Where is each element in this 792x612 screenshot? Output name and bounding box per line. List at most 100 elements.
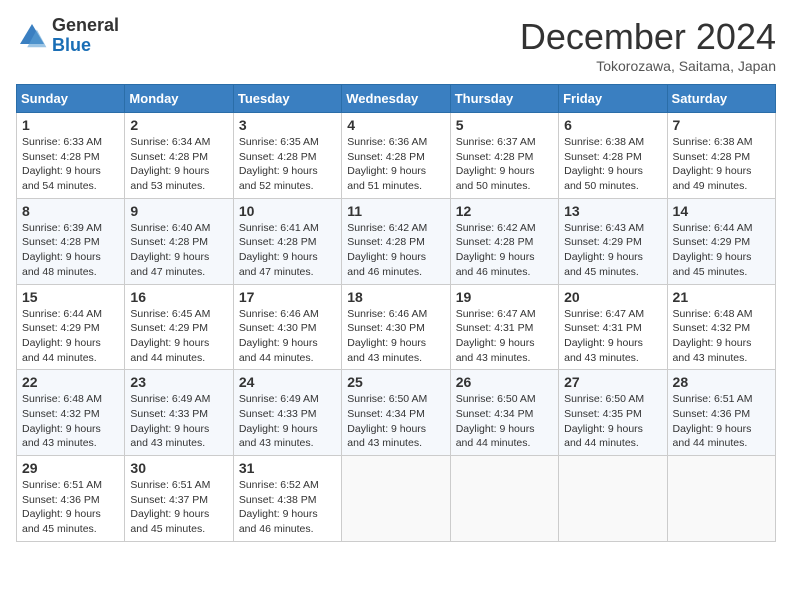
day-number: 23 xyxy=(130,374,227,390)
day-info: Sunrise: 6:49 AMSunset: 4:33 PMDaylight:… xyxy=(239,392,336,451)
calendar-cell: 10Sunrise: 6:41 AMSunset: 4:28 PMDayligh… xyxy=(233,198,341,284)
logo-icon xyxy=(16,20,48,52)
calendar-cell: 8 Sunrise: 6:39 AMSunset: 4:28 PMDaylight… xyxy=(17,198,125,284)
day-info: Sunrise: 6:44 AMSunset: 4:29 PMDaylight:… xyxy=(673,221,770,280)
calendar-cell: 30 Sunrise: 6:51 AMSunset: 4:37 PMDayligh… xyxy=(125,456,233,542)
day-info: Sunrise: 6:33 AMSunset: 4:28 PMDaylight:… xyxy=(22,135,119,194)
day-info: Sunrise: 6:47 AMSunset: 4:31 PMDaylight:… xyxy=(456,307,553,366)
day-number: 29 xyxy=(22,460,119,476)
calendar-cell: 27 Sunrise: 6:50 AMSunset: 4:35 PMDayligh… xyxy=(559,370,667,456)
day-info: Sunrise: 6:45 AMSunset: 4:29 PMDaylight:… xyxy=(130,307,227,366)
calendar-week-row: 8 Sunrise: 6:39 AMSunset: 4:28 PMDaylight… xyxy=(17,198,776,284)
calendar-cell xyxy=(342,456,450,542)
calendar-cell: 17 Sunrise: 6:46 AMSunset: 4:30 PMDayligh… xyxy=(233,284,341,370)
day-info: Sunrise: 6:51 AMSunset: 4:36 PMDaylight:… xyxy=(673,392,770,451)
calendar-cell: 20 Sunrise: 6:47 AMSunset: 4:31 PMDayligh… xyxy=(559,284,667,370)
day-number: 2 xyxy=(130,117,227,133)
day-info: Sunrise: 6:38 AMSunset: 4:28 PMDaylight:… xyxy=(564,135,661,194)
day-info: Sunrise: 6:50 AMSunset: 4:34 PMDaylight:… xyxy=(347,392,444,451)
logo-general-text: General xyxy=(52,16,119,36)
calendar-cell: 9 Sunrise: 6:40 AMSunset: 4:28 PMDaylight… xyxy=(125,198,233,284)
day-number: 20 xyxy=(564,289,661,305)
col-header-tuesday: Tuesday xyxy=(233,85,341,113)
day-number: 1 xyxy=(22,117,119,133)
day-number: 24 xyxy=(239,374,336,390)
calendar-week-row: 29Sunrise: 6:51 AMSunset: 4:36 PMDayligh… xyxy=(17,456,776,542)
calendar-cell: 4Sunrise: 6:36 AMSunset: 4:28 PMDaylight… xyxy=(342,113,450,199)
location: Tokorozawa, Saitama, Japan xyxy=(520,58,776,74)
day-number: 13 xyxy=(564,203,661,219)
logo-text: General Blue xyxy=(52,16,119,56)
calendar-cell: 16 Sunrise: 6:45 AMSunset: 4:29 PMDayligh… xyxy=(125,284,233,370)
day-number: 4 xyxy=(347,117,444,133)
day-info: Sunrise: 6:50 AMSunset: 4:34 PMDaylight:… xyxy=(456,392,553,451)
calendar-week-row: 22Sunrise: 6:48 AMSunset: 4:32 PMDayligh… xyxy=(17,370,776,456)
day-number: 21 xyxy=(673,289,770,305)
calendar-cell xyxy=(450,456,558,542)
col-header-friday: Friday xyxy=(559,85,667,113)
calendar-cell: 18 Sunrise: 6:46 AMSunset: 4:30 PMDayligh… xyxy=(342,284,450,370)
day-number: 27 xyxy=(564,374,661,390)
day-info: Sunrise: 6:47 AMSunset: 4:31 PMDaylight:… xyxy=(564,307,661,366)
day-number: 8 xyxy=(22,203,119,219)
day-number: 28 xyxy=(673,374,770,390)
calendar-cell: 15Sunrise: 6:44 AMSunset: 4:29 PMDayligh… xyxy=(17,284,125,370)
day-number: 11 xyxy=(347,203,444,219)
day-number: 30 xyxy=(130,460,227,476)
day-number: 26 xyxy=(456,374,553,390)
calendar-cell: 6Sunrise: 6:38 AMSunset: 4:28 PMDaylight… xyxy=(559,113,667,199)
day-info: Sunrise: 6:44 AMSunset: 4:29 PMDaylight:… xyxy=(22,307,119,366)
calendar-cell: 14 Sunrise: 6:44 AMSunset: 4:29 PMDayligh… xyxy=(667,198,775,284)
day-info: Sunrise: 6:46 AMSunset: 4:30 PMDaylight:… xyxy=(239,307,336,366)
col-header-thursday: Thursday xyxy=(450,85,558,113)
day-info: Sunrise: 6:43 AMSunset: 4:29 PMDaylight:… xyxy=(564,221,661,280)
col-header-saturday: Saturday xyxy=(667,85,775,113)
day-info: Sunrise: 6:42 AMSunset: 4:28 PMDaylight:… xyxy=(456,221,553,280)
page-header: General Blue December 2024 Tokorozawa, S… xyxy=(16,16,776,74)
calendar-cell: 31Sunrise: 6:52 AMSunset: 4:38 PMDayligh… xyxy=(233,456,341,542)
calendar-cell: 22Sunrise: 6:48 AMSunset: 4:32 PMDayligh… xyxy=(17,370,125,456)
calendar-cell: 2 Sunrise: 6:34 AMSunset: 4:28 PMDaylight… xyxy=(125,113,233,199)
day-info: Sunrise: 6:38 AMSunset: 4:28 PMDaylight:… xyxy=(673,135,770,194)
day-info: Sunrise: 6:39 AMSunset: 4:28 PMDaylight:… xyxy=(22,221,119,280)
day-info: Sunrise: 6:34 AMSunset: 4:28 PMDaylight:… xyxy=(130,135,227,194)
calendar-cell xyxy=(667,456,775,542)
day-info: Sunrise: 6:50 AMSunset: 4:35 PMDaylight:… xyxy=(564,392,661,451)
day-number: 5 xyxy=(456,117,553,133)
calendar-header-row: SundayMondayTuesdayWednesdayThursdayFrid… xyxy=(17,85,776,113)
day-number: 9 xyxy=(130,203,227,219)
day-info: Sunrise: 6:48 AMSunset: 4:32 PMDaylight:… xyxy=(673,307,770,366)
calendar-cell xyxy=(559,456,667,542)
day-number: 7 xyxy=(673,117,770,133)
col-header-wednesday: Wednesday xyxy=(342,85,450,113)
calendar-cell: 28 Sunrise: 6:51 AMSunset: 4:36 PMDayligh… xyxy=(667,370,775,456)
day-info: Sunrise: 6:52 AMSunset: 4:38 PMDaylight:… xyxy=(239,478,336,537)
day-info: Sunrise: 6:51 AMSunset: 4:37 PMDaylight:… xyxy=(130,478,227,537)
day-number: 14 xyxy=(673,203,770,219)
day-number: 3 xyxy=(239,117,336,133)
day-info: Sunrise: 6:37 AMSunset: 4:28 PMDaylight:… xyxy=(456,135,553,194)
month-title: December 2024 xyxy=(520,16,776,58)
day-info: Sunrise: 6:40 AMSunset: 4:28 PMDaylight:… xyxy=(130,221,227,280)
calendar-cell: 19 Sunrise: 6:47 AMSunset: 4:31 PMDayligh… xyxy=(450,284,558,370)
day-number: 17 xyxy=(239,289,336,305)
col-header-monday: Monday xyxy=(125,85,233,113)
logo-blue-text: Blue xyxy=(52,36,119,56)
logo: General Blue xyxy=(16,16,119,56)
calendar-cell: 7 Sunrise: 6:38 AMSunset: 4:28 PMDaylight… xyxy=(667,113,775,199)
calendar-cell: 13 Sunrise: 6:43 AMSunset: 4:29 PMDayligh… xyxy=(559,198,667,284)
day-info: Sunrise: 6:46 AMSunset: 4:30 PMDaylight:… xyxy=(347,307,444,366)
calendar-cell: 3Sunrise: 6:35 AMSunset: 4:28 PMDaylight… xyxy=(233,113,341,199)
calendar-cell: 26 Sunrise: 6:50 AMSunset: 4:34 PMDayligh… xyxy=(450,370,558,456)
day-number: 18 xyxy=(347,289,444,305)
calendar-cell: 11 Sunrise: 6:42 AMSunset: 4:28 PMDayligh… xyxy=(342,198,450,284)
day-number: 16 xyxy=(130,289,227,305)
day-number: 10 xyxy=(239,203,336,219)
day-info: Sunrise: 6:48 AMSunset: 4:32 PMDaylight:… xyxy=(22,392,119,451)
day-number: 19 xyxy=(456,289,553,305)
calendar-cell: 25Sunrise: 6:50 AMSunset: 4:34 PMDayligh… xyxy=(342,370,450,456)
day-info: Sunrise: 6:42 AMSunset: 4:28 PMDaylight:… xyxy=(347,221,444,280)
day-info: Sunrise: 6:49 AMSunset: 4:33 PMDaylight:… xyxy=(130,392,227,451)
calendar-week-row: 1 Sunrise: 6:33 AMSunset: 4:28 PMDaylight… xyxy=(17,113,776,199)
calendar-week-row: 15Sunrise: 6:44 AMSunset: 4:29 PMDayligh… xyxy=(17,284,776,370)
